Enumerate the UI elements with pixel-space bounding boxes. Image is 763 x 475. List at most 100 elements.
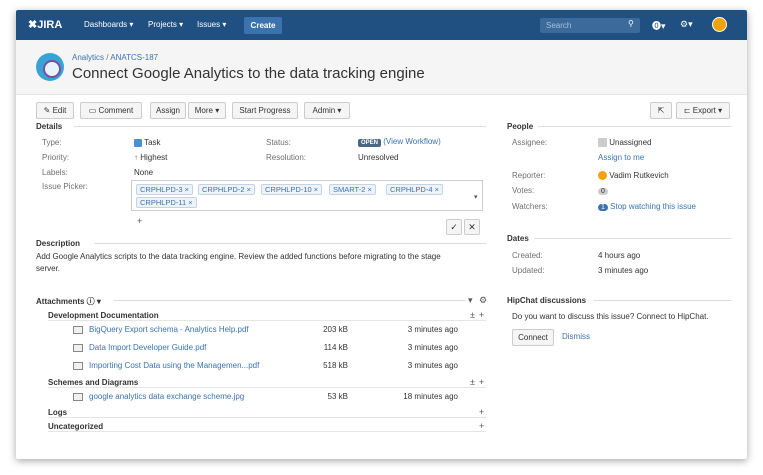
dates-divider	[534, 238, 731, 239]
nav-issues[interactable]: Issues ▾	[197, 20, 226, 29]
attachments-settings-gear-icon[interactable]: ⚙	[479, 295, 487, 306]
chevron-down-icon[interactable]: ▾	[474, 193, 478, 201]
reporter-value[interactable]: Vadim Rutkevich	[598, 171, 669, 181]
issue-header: Analytics / ANATCS-187 Connect Google An…	[16, 40, 747, 95]
start-progress-button[interactable]: Start Progress	[232, 102, 298, 119]
share-button[interactable]: ⇱	[650, 102, 672, 119]
attachment-file-link[interactable]: Data Import Developer Guide.pdf	[89, 343, 206, 352]
confirm-button[interactable]: ✓	[446, 219, 462, 235]
picker-chip[interactable]: CRPHLPD-2 ×	[198, 184, 255, 195]
type-value: Task	[134, 138, 161, 147]
jira-window: ✖JIRA Dashboards ▾ Projects ▾ Issues ▾ C…	[16, 10, 747, 459]
watchers-count-badge: 1	[598, 204, 608, 211]
created-value: 4 hours ago	[598, 251, 641, 260]
nav-projects[interactable]: Projects ▾	[148, 20, 183, 29]
assign-to-me-link[interactable]: Assign to me	[598, 153, 644, 162]
view-workflow-link[interactable]: (View Workflow)	[383, 137, 441, 146]
status-value: OPEN (View Workflow)	[358, 137, 441, 147]
picker-chip[interactable]: CRPHLPD-3 ×	[136, 184, 193, 195]
gear-icon[interactable]: ⚙▾	[680, 19, 693, 30]
attachment-group-logs: Logs	[48, 408, 68, 417]
admin-button[interactable]: Admin ▾	[304, 102, 350, 119]
description-heading: Description	[36, 239, 81, 248]
attachment-file-date: 3 minutes ago	[407, 343, 458, 352]
people-divider	[538, 126, 731, 127]
connect-button[interactable]: Connect	[512, 329, 554, 346]
nav-dashboards[interactable]: Dashboards ▾	[84, 20, 133, 29]
attachment-file-link[interactable]: BigQuery Export schema - Analytics Help.…	[89, 325, 249, 334]
labels-value: None	[134, 168, 154, 177]
pdf-file-icon	[73, 326, 83, 334]
attachment-file-date: 3 minutes ago	[407, 361, 458, 370]
attachment-file-date: 3 minutes ago	[407, 325, 458, 334]
image-file-icon	[73, 393, 83, 401]
project-avatar-icon[interactable]	[36, 53, 64, 81]
reporter-label: Reporter:	[512, 171, 546, 180]
status-label: Status:	[266, 138, 291, 147]
top-navigation-bar: ✖JIRA Dashboards ▾ Projects ▾ Issues ▾ C…	[16, 10, 747, 40]
picker-chip[interactable]: CRPHLPD-4 ×	[386, 184, 443, 195]
priority-label: Priority:	[42, 153, 70, 162]
attachment-file-link[interactable]: google analytics data exchange scheme.jp…	[89, 392, 244, 401]
votes-label: Votes:	[512, 186, 535, 195]
resolution-value: Unresolved	[358, 153, 399, 162]
priority-highest-icon: ↑	[134, 153, 138, 162]
picker-chip[interactable]: SMART-2 ×	[329, 184, 376, 195]
add-to-group-plus-icon[interactable]: +	[479, 407, 484, 417]
assign-button[interactable]: Assign	[150, 102, 186, 119]
picker-chip[interactable]: CRPHLPD-11 ×	[136, 197, 197, 208]
stop-watching-link[interactable]: Stop watching this issue	[610, 202, 696, 211]
comment-button[interactable]: ▭ Comment	[80, 102, 142, 119]
edit-button[interactable]: ✎ Edit	[36, 102, 74, 119]
task-icon	[134, 138, 142, 147]
create-button[interactable]: Create	[244, 17, 282, 34]
comment-icon: ▭	[88, 106, 97, 115]
pencil-icon: ✎	[43, 106, 51, 115]
sort-group-icon[interactable]: ±	[470, 377, 475, 387]
user-avatar[interactable]	[712, 17, 727, 32]
dates-heading: Dates	[507, 234, 529, 243]
breadcrumb-issue-key[interactable]: ANATCS-187	[110, 53, 158, 62]
reporter-avatar	[598, 171, 607, 181]
picker-chip[interactable]: CRPHLPD-10 ×	[261, 184, 323, 195]
add-to-group-plus-icon[interactable]: +	[479, 377, 484, 387]
close-icon: ✕	[468, 222, 476, 232]
export-button[interactable]: ⊏ Export ▾	[676, 102, 730, 119]
watchers-value: 1 Stop watching this issue	[598, 202, 696, 211]
updated-label: Updated:	[512, 266, 545, 275]
attachment-file-link[interactable]: Importing Cost Data using the Managemen.…	[89, 361, 259, 370]
hipchat-text: Do you want to discuss this issue? Conne…	[512, 312, 709, 321]
add-to-group-plus-icon[interactable]: +	[479, 421, 484, 431]
labels-label: Labels:	[42, 168, 68, 177]
priority-value: ↑ Highest	[134, 153, 168, 162]
more-button[interactable]: More ▾	[188, 102, 226, 119]
details-divider	[74, 126, 486, 127]
details-heading: Details	[36, 122, 63, 131]
jira-logo[interactable]: ✖JIRA	[28, 18, 62, 31]
issue-picker-field[interactable]: CRPHLPD-3 × CRPHLPD-2 × CRPHLPD-10 × SMA…	[131, 180, 483, 211]
votes-value[interactable]: 0	[598, 186, 608, 195]
search-input[interactable]: Search	[540, 18, 640, 33]
help-icon[interactable]: ⓿▾	[652, 19, 666, 32]
attachment-group-uncategorized: Uncategorized	[48, 422, 104, 431]
attachments-heading[interactable]: Attachments ⓘ ▾	[36, 296, 101, 307]
search-icon[interactable]: ⚲	[628, 19, 634, 28]
group-divider	[48, 320, 486, 321]
add-to-group-plus-icon[interactable]: +	[479, 310, 484, 320]
group-divider	[48, 387, 486, 388]
attachment-file-size: 53 kB	[327, 392, 348, 401]
breadcrumb-project[interactable]: Analytics	[72, 53, 104, 62]
unassigned-avatar-icon	[598, 138, 607, 148]
attachment-group-schemes: Schemes and Diagrams	[48, 378, 139, 387]
share-icon: ⇱	[657, 106, 665, 115]
sort-group-icon[interactable]: ±	[470, 310, 475, 320]
dismiss-link[interactable]: Dismiss	[562, 332, 590, 341]
jira-logo-icon: ✖	[28, 19, 38, 31]
issue-picker-label: Issue Picker:	[42, 182, 88, 191]
attachments-menu-chevron-icon[interactable]: ▾	[468, 295, 473, 306]
breadcrumb-separator: /	[106, 53, 109, 62]
export-icon: ⊏	[683, 106, 691, 115]
add-issue-plus-icon[interactable]: +	[137, 216, 142, 226]
attachment-file-size: 518 kB	[323, 361, 348, 370]
cancel-button[interactable]: ✕	[464, 219, 480, 235]
